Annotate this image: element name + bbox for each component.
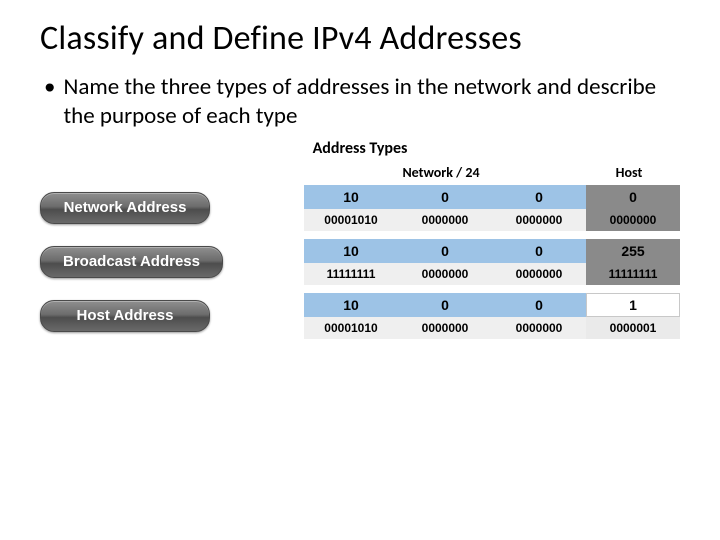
octet-bin: 0000000: [398, 263, 492, 285]
octet-dec: 10: [304, 293, 398, 317]
octet-dec: 0: [398, 239, 492, 263]
octet-bin: 00001010: [304, 317, 398, 339]
octet-dec-host: 0: [586, 185, 680, 209]
octet-bin: 0000000: [492, 209, 586, 231]
bullet-text: Name the three types of addresses in the…: [63, 73, 680, 131]
octet-dec: 0: [492, 185, 586, 209]
header-host: Host: [578, 164, 680, 181]
octet-bin: 11111111: [304, 263, 398, 285]
octet-dec: 0: [492, 239, 586, 263]
octet-bin: 0000000: [398, 209, 492, 231]
octet-dec: 10: [304, 185, 398, 209]
address-row-broadcast: Broadcast Address 10 0 0 255 11111111 00…: [40, 239, 680, 285]
octet-bin: 00001010: [304, 209, 398, 231]
octet-dec-host: 1: [586, 293, 680, 317]
slide-title: Classify and Define IPv4 Addresses: [40, 18, 680, 59]
octet-bin-host: 0000001: [586, 317, 680, 339]
octet-dec: 0: [492, 293, 586, 317]
octet-dec-host: 255: [586, 239, 680, 263]
octet-dec: 10: [304, 239, 398, 263]
pill-host-address: Host Address: [40, 300, 210, 332]
octet-dec: 0: [398, 185, 492, 209]
pill-broadcast-address: Broadcast Address: [40, 246, 223, 278]
bullet-item: • Name the three types of addresses in t…: [40, 73, 680, 131]
header-network: Network / 24: [304, 164, 578, 181]
pill-network-address: Network Address: [40, 192, 210, 224]
octet-dec: 0: [398, 293, 492, 317]
table-subtitle: Address Types: [40, 139, 680, 158]
column-headers: Network / 24 Host: [40, 164, 680, 181]
octet-bin: 0000000: [492, 317, 586, 339]
address-row-host: Host Address 10 0 0 1 00001010 0000000 0…: [40, 293, 680, 339]
bullet-dot: •: [44, 73, 55, 131]
octet-bin: 0000000: [398, 317, 492, 339]
octet-bin-host: 11111111: [586, 263, 680, 285]
octet-bin-host: 0000000: [586, 209, 680, 231]
octet-bin: 0000000: [492, 263, 586, 285]
address-row-network: Network Address 10 0 0 0 00001010 000000…: [40, 185, 680, 231]
